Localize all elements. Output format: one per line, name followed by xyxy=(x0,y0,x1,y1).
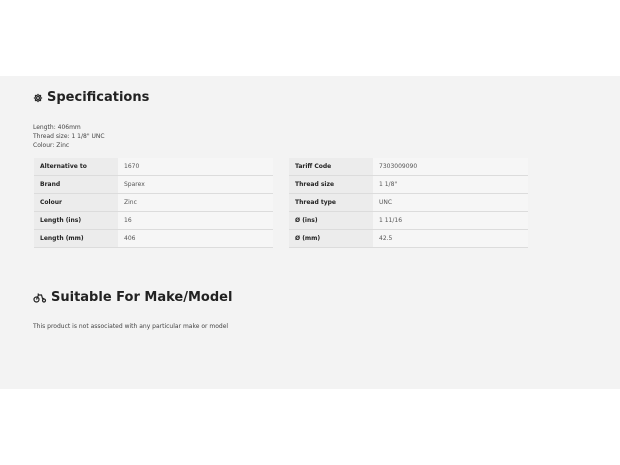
spec-table-right: Tariff Code 7303009090 Thread size 1 1/8… xyxy=(289,158,528,248)
spec-label: Thread type xyxy=(289,193,373,212)
spec-label: Ø (ins) xyxy=(289,211,373,230)
table-row: Thread size 1 1/8" xyxy=(289,175,528,194)
spec-label: Length (ins) xyxy=(34,211,118,230)
spec-label: Alternative to xyxy=(34,158,118,176)
table-row: Colour Zinc xyxy=(34,193,273,212)
spec-value: 42.5 xyxy=(373,229,528,248)
summary-line: Length: 406mm xyxy=(33,124,81,131)
spec-summary: Length: 406mm Thread size: 1 1/8" UNC Co… xyxy=(33,123,105,150)
table-row: Alternative to 1670 xyxy=(34,158,273,176)
spec-value: 7303009090 xyxy=(373,158,528,176)
specifications-heading: Specifications xyxy=(33,90,149,105)
table-row: Ø (ins) 1 11/16 xyxy=(289,211,528,230)
table-row: Length (mm) 406 xyxy=(34,229,273,248)
suitable-heading: Suitable For Make/Model xyxy=(33,290,232,305)
spec-label: Ø (mm) xyxy=(289,229,373,248)
spec-label: Length (mm) xyxy=(34,229,118,248)
spec-value: UNC xyxy=(373,193,528,212)
spec-value: 1 1/8" xyxy=(373,175,528,194)
spec-label: Colour xyxy=(34,193,118,212)
table-row: Thread type UNC xyxy=(289,193,528,212)
spec-label: Tariff Code xyxy=(289,158,373,176)
table-row: Brand Sparex xyxy=(34,175,273,194)
gear-icon xyxy=(33,93,43,103)
spec-value: 406 xyxy=(118,229,273,248)
tractor-icon xyxy=(33,292,47,303)
specifications-title: Specifications xyxy=(47,90,150,105)
spec-table-left: Alternative to 1670 Brand Sparex Colour … xyxy=(34,158,273,248)
spec-value: 16 xyxy=(118,211,273,230)
spec-value: 1 11/16 xyxy=(373,211,528,230)
table-row: Length (ins) 16 xyxy=(34,211,273,230)
spec-label: Brand xyxy=(34,175,118,194)
spec-value: Zinc xyxy=(118,193,273,212)
suitable-title: Suitable For Make/Model xyxy=(51,290,233,305)
summary-line: Thread size: 1 1/8" UNC xyxy=(33,133,105,140)
summary-line: Colour: Zinc xyxy=(33,142,70,149)
table-row: Ø (mm) 42.5 xyxy=(289,229,528,248)
table-row: Tariff Code 7303009090 xyxy=(289,158,528,176)
spec-value: Sparex xyxy=(118,175,273,194)
spec-label: Thread size xyxy=(289,175,373,194)
spec-value: 1670 xyxy=(118,158,273,176)
make-model-note: This product is not associated with any … xyxy=(33,323,229,330)
